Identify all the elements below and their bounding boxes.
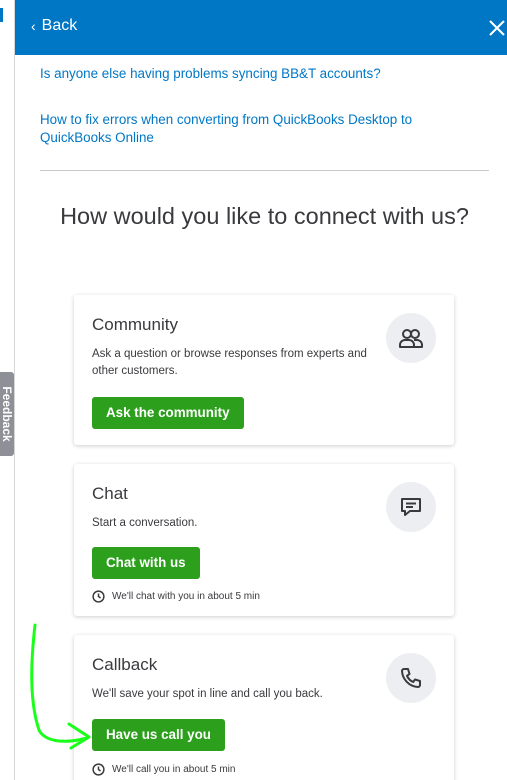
chat-wait-label: We'll chat with you in about 5 min [112, 591, 260, 602]
community-description: Ask a question or browse responses from … [92, 348, 367, 377]
chevron-left-icon: ‹ [31, 18, 36, 34]
callback-title: Callback [92, 655, 158, 674]
connect-heading: How would you like to connect with us? [60, 203, 469, 229]
callback-wait-label: We'll call you in about 5 min [112, 764, 236, 775]
background-page-accent [0, 8, 3, 22]
phone-icon [386, 653, 436, 703]
clock-icon [92, 590, 105, 603]
callback-wait-time: We'll call you in about 5 min [92, 763, 235, 776]
feedback-tab-label: Feedback [0, 386, 14, 442]
callback-description: We'll save your spot in line and call yo… [92, 688, 323, 700]
help-panel-page: Feedback ‹ Back Is anyone else having pr… [0, 0, 507, 780]
community-title: Community [92, 315, 178, 334]
back-button-label: Back [41, 17, 78, 34]
chat-title: Chat [92, 484, 128, 503]
divider [40, 170, 489, 171]
close-button[interactable] [487, 18, 507, 38]
article-link[interactable]: Is anyone else having problems syncing B… [40, 65, 470, 83]
clock-icon [92, 763, 105, 776]
feedback-tab[interactable]: Feedback [0, 372, 14, 456]
close-icon [489, 20, 505, 36]
panel-header: ‹ Back [15, 0, 507, 55]
community-card: Community Ask a question or browse respo… [74, 295, 454, 445]
chat-wait-time: We'll chat with you in about 5 min [92, 590, 260, 603]
chat-with-us-button[interactable]: Chat with us [92, 547, 200, 579]
have-us-call-button[interactable]: Have us call you [92, 719, 225, 751]
chat-description: Start a conversation. [92, 517, 198, 529]
callback-card: Callback We'll save your spot in line an… [74, 635, 454, 780]
article-link[interactable]: How to fix errors when converting from Q… [40, 111, 470, 147]
chat-bubble-icon [386, 482, 436, 532]
ask-community-button[interactable]: Ask the community [92, 397, 244, 429]
back-button[interactable]: ‹ Back [31, 17, 77, 35]
panel-content: Is anyone else having problems syncing B… [15, 55, 507, 780]
chat-card: Chat Start a conversation. Chat with us … [74, 464, 454, 616]
community-people-icon [386, 313, 436, 363]
